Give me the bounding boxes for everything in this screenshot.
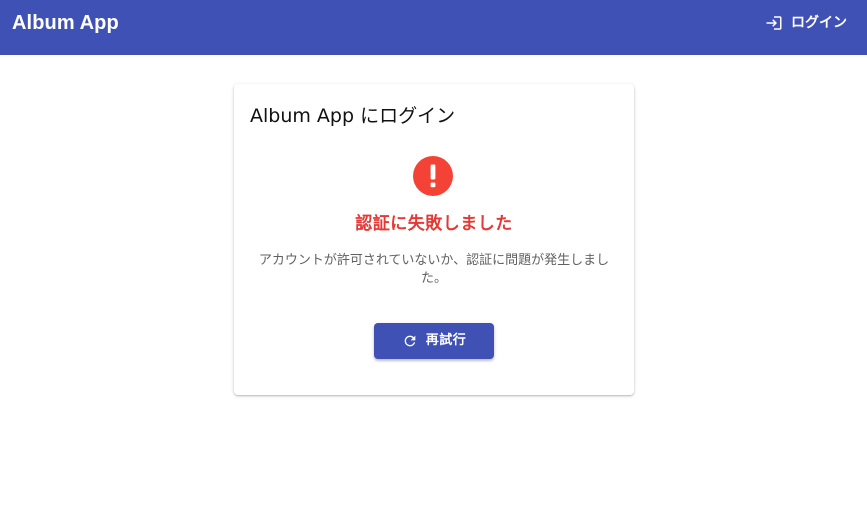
error-heading: 認証に失敗しました [355,214,513,234]
retry-label: 再試行 [425,333,467,348]
app-bar: Album App ログイン [0,0,867,55]
login-button[interactable]: ログイン [765,12,847,34]
app-title: Album App [12,12,119,34]
error-circle-icon [413,156,453,196]
card-title: Album App にログイン [250,105,456,127]
login-label: ログイン [791,15,847,31]
error-message: アカウントが許可されていないか、認証に問題が発生しました。 [258,253,610,286]
login-card: Album App にログイン 認証に失敗しました アカウントが許可されていない… [234,84,634,395]
refresh-icon [402,333,418,349]
login-icon [765,14,783,32]
retry-button[interactable]: 再試行 [374,323,494,359]
